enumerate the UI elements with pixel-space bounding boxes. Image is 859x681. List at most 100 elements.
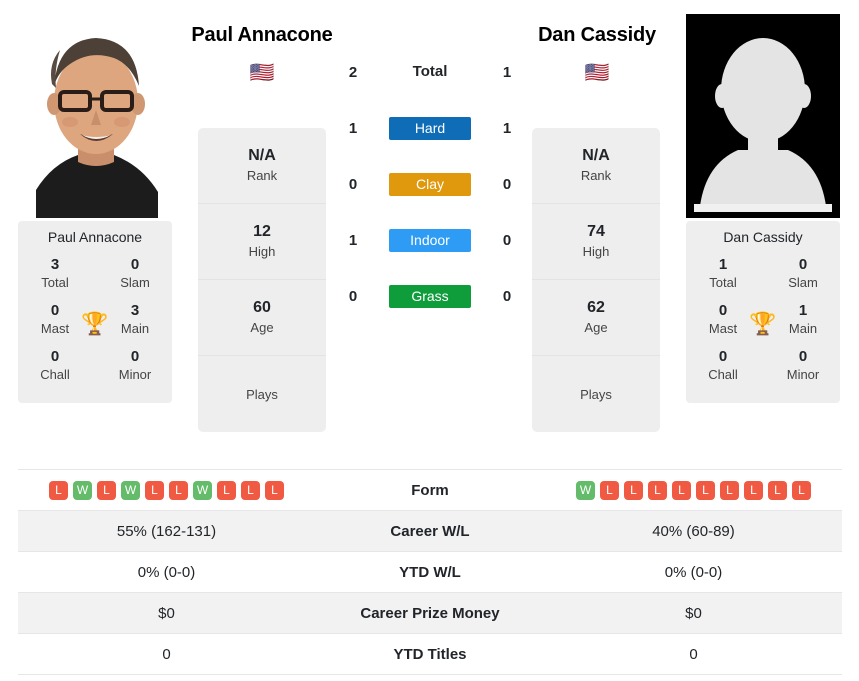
vitals-value-age-left: 60 xyxy=(253,299,271,316)
vitals-card-left: N/A Rank 12 High 60 Age Plays xyxy=(198,128,326,432)
vitals-cell-age-left: 60 Age xyxy=(198,280,326,356)
table-value-career-wl-left: 55% (162-131) xyxy=(116,522,217,540)
form-badge-left-6: W xyxy=(193,480,212,500)
h2h-left-value-total: 2 xyxy=(348,63,358,81)
table-value-prize-money-right: $0 xyxy=(685,604,702,622)
vitals-value-age-right: 62 xyxy=(587,299,605,316)
titles-card-left: Paul Annacone 🏆 3 Total 0 Slam 0 Mast 3 … xyxy=(18,221,172,403)
titles-key-main-right: Main xyxy=(788,321,818,336)
titles-cell-main-left: 3 Main xyxy=(112,301,158,338)
titles-row-1-left: 3 Total 0 Slam xyxy=(18,255,172,301)
table-row-career-prize-money: $0 Career Prize Money $0 xyxy=(18,593,842,634)
h2h-left-value-hard: 1 xyxy=(348,119,358,137)
player-name-right: Dan Cassidy xyxy=(538,24,656,46)
titles-value-slam-left: 0 xyxy=(130,256,140,273)
h2h-row-total: 2 Total 1 xyxy=(340,57,520,87)
vitals-cell-plays-right: Plays xyxy=(532,356,660,432)
vitals-key-plays-right: Plays xyxy=(580,386,612,402)
titles-row-2-right: 0 Mast 1 Main xyxy=(686,301,840,347)
form-badge-left-1: W xyxy=(73,480,92,500)
titles-key-slam-left: Slam xyxy=(120,275,150,290)
flag-icon-left: 🇺🇸 xyxy=(249,62,275,84)
form-badges-right: WLLLLLLLLL xyxy=(545,480,842,500)
titles-key-total-right: Total xyxy=(709,275,737,290)
form-badges-left: LWLWLLWLLL xyxy=(18,480,315,500)
h2h-row-clay: 0 Clay 0 xyxy=(340,169,520,199)
titles-value-main-right: 1 xyxy=(798,302,808,319)
h2h-label-cell-grass: Grass xyxy=(366,284,494,308)
form-badge-left-9: L xyxy=(265,480,284,500)
h2h-label-total: Total xyxy=(412,63,448,80)
table-label-career-wl: Career W/L xyxy=(390,522,470,540)
titles-cell-main-right: 1 Main xyxy=(780,301,826,338)
table-row-ytd-titles: 0 YTD Titles 0 xyxy=(18,634,842,675)
h2h-label-cell-clay: Clay xyxy=(366,172,494,196)
titles-value-chall-right: 0 xyxy=(718,348,728,365)
titles-cell-slam-left: 0 Slam xyxy=(112,255,158,292)
titles-value-minor-left: 0 xyxy=(130,348,140,365)
form-badge-right-9: L xyxy=(792,480,811,500)
titles-key-mast-right: Mast xyxy=(708,321,738,336)
titles-row-1-right: 1 Total 0 Slam xyxy=(686,255,840,301)
titles-cell-minor-left: 0 Minor xyxy=(112,347,158,384)
table-label-form: Form xyxy=(411,481,449,499)
vitals-cell-high-right: 74 High xyxy=(532,204,660,280)
h2h-label-cell-hard: Hard xyxy=(366,116,494,140)
vitals-value-rank-right: N/A xyxy=(582,147,610,164)
vitals-cell-high-left: 12 High xyxy=(198,204,326,280)
titles-key-minor-right: Minor xyxy=(786,367,820,382)
placeholder-silhouette-right-image xyxy=(686,14,840,218)
titles-value-mast-right: 0 xyxy=(718,302,728,319)
h2h-label-cell-indoor: Indoor xyxy=(366,228,494,252)
titles-cell-total-left: 3 Total xyxy=(32,255,78,292)
titles-value-minor-right: 0 xyxy=(798,348,808,365)
surface-badge-grass[interactable]: Grass xyxy=(389,284,471,308)
surface-badge-indoor[interactable]: Indoor xyxy=(389,228,471,252)
table-row-career-wl: 55% (162-131) Career W/L 40% (60-89) xyxy=(18,511,842,552)
titles-cell-total-right: 1 Total xyxy=(700,255,746,292)
form-badge-left-7: L xyxy=(217,480,236,500)
player-photo-right[interactable] xyxy=(686,14,840,218)
table-label-ytd-titles: YTD Titles xyxy=(393,645,467,663)
player-name-left: Paul Annacone xyxy=(191,24,333,46)
titles-card-name-left: Paul Annacone xyxy=(47,229,143,245)
h2h-left-value-indoor: 1 xyxy=(348,231,358,249)
h2h-left-value-clay: 0 xyxy=(348,175,358,193)
vitals-key-age-right: Age xyxy=(584,320,608,335)
table-label-prize-money: Career Prize Money xyxy=(360,604,500,622)
player-header-left: Paul Annacone 🇺🇸 xyxy=(162,24,362,83)
titles-cell-mast-right: 0 Mast xyxy=(700,301,746,338)
vitals-key-high-left: High xyxy=(248,244,276,259)
vitals-value-high-right: 74 xyxy=(587,223,605,240)
titles-value-mast-left: 0 xyxy=(50,302,60,319)
form-badge-left-4: L xyxy=(145,480,164,500)
titles-value-main-left: 3 xyxy=(130,302,140,319)
table-label-ytd-wl: YTD W/L xyxy=(399,563,461,581)
titles-key-mast-left: Mast xyxy=(40,321,70,336)
surface-badge-clay[interactable]: Clay xyxy=(389,172,471,196)
titles-value-total-left: 3 xyxy=(50,256,60,273)
comparison-table: LWLWLLWLLL Form WLLLLLLLLL 55% (162-131)… xyxy=(18,469,842,675)
form-badge-right-8: L xyxy=(768,480,787,500)
form-badge-right-3: L xyxy=(648,480,667,500)
comparison-header-section: Paul Annacone 🇺🇸 Dan Cassidy 🇺🇸 2 Total … xyxy=(0,0,859,460)
titles-value-total-right: 1 xyxy=(718,256,728,273)
form-badge-left-8: L xyxy=(241,480,260,500)
vitals-key-high-right: High xyxy=(582,244,610,259)
form-badge-right-0: W xyxy=(576,480,595,500)
titles-row-3-left: 0 Chall 0 Minor xyxy=(18,347,172,393)
player-photo-left[interactable] xyxy=(18,14,172,218)
vitals-value-rank-left: N/A xyxy=(248,147,276,164)
h2h-row-grass: 0 Grass 0 xyxy=(340,281,520,311)
titles-key-slam-right: Slam xyxy=(788,275,818,290)
table-value-ytd-titles-left: 0 xyxy=(162,645,171,663)
titles-card-name-right: Dan Cassidy xyxy=(723,229,803,245)
h2h-row-hard: 1 Hard 1 xyxy=(340,113,520,143)
vitals-key-age-left: Age xyxy=(250,320,274,335)
form-badge-left-0: L xyxy=(49,480,68,500)
form-badge-right-4: L xyxy=(672,480,691,500)
h2h-label-cell-total: Total xyxy=(366,63,494,81)
titles-cell-chall-left: 0 Chall xyxy=(32,347,78,384)
form-badge-right-7: L xyxy=(744,480,763,500)
surface-badge-hard[interactable]: Hard xyxy=(389,116,471,140)
